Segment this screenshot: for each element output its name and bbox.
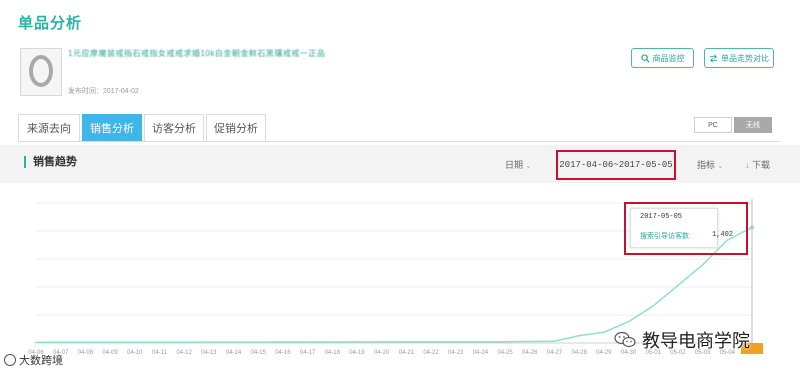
x-tick-label: 04-20 (374, 350, 390, 356)
compare-button-label: 单品走势对比 (721, 53, 769, 63)
data-point[interactable] (109, 341, 111, 344)
x-tick-label: 04-08 (78, 350, 94, 356)
x-tick-label: 04-12 (176, 350, 192, 356)
x-tick-label: 04-11 (152, 350, 168, 356)
x-tick-label: 04-28 (571, 350, 587, 356)
data-point[interactable] (331, 341, 334, 343)
data-point[interactable] (479, 340, 482, 343)
date-dropdown[interactable]: 日期 ⌄ (505, 158, 531, 171)
tab-source[interactable]: 来源去向 (18, 114, 80, 141)
page-title: 单品分析 (18, 15, 83, 32)
x-tick-label: 04-26 (522, 350, 538, 356)
x-tick-label: 04-16 (275, 350, 291, 356)
data-point[interactable] (282, 341, 284, 343)
x-tick-label: 04-21 (399, 350, 415, 356)
device-wireless-toggle[interactable]: 无线 (734, 117, 772, 133)
x-tick-label: 04-23 (448, 350, 464, 356)
device-pc-toggle[interactable]: PC (694, 117, 732, 133)
data-point[interactable] (454, 340, 457, 343)
data-point[interactable] (232, 341, 235, 343)
source-logo-icon (4, 354, 16, 366)
brand-watermark: 教导电商学院 (614, 327, 750, 353)
product-thumbnail[interactable] (20, 48, 62, 96)
x-tick-label: 04-29 (596, 350, 612, 356)
monitor-button[interactable]: 商品监控 (631, 48, 694, 68)
tab-visitors[interactable]: 访客分析 (144, 114, 204, 141)
metric-dropdown-label: 指标 (697, 160, 716, 170)
source-watermark: 大数跨境 (4, 352, 63, 368)
chevron-down-icon: ⌄ (525, 163, 532, 170)
download-icon: ↓ (745, 160, 750, 170)
data-point[interactable] (430, 341, 432, 343)
data-point[interactable] (701, 263, 704, 266)
x-tick-label: 04-18 (325, 350, 341, 356)
x-tick-label: 04-09 (102, 350, 118, 356)
compare-button[interactable]: 单品走势对比 (704, 48, 774, 68)
wechat-icon (614, 331, 636, 349)
data-point[interactable] (652, 305, 655, 307)
data-point[interactable] (677, 284, 679, 287)
x-tick-label: 04-22 (423, 350, 439, 356)
data-point[interactable] (84, 341, 87, 344)
data-point[interactable] (59, 341, 62, 344)
tooltip-highlight-box (624, 202, 748, 255)
date-dropdown-label: 日期 (505, 160, 524, 170)
x-tick-label: 04-27 (547, 350, 563, 356)
x-tick-label: 04-15 (251, 350, 267, 356)
data-point[interactable] (405, 341, 408, 343)
tab-promotion[interactable]: 促销分析 (206, 114, 266, 141)
data-point[interactable] (380, 341, 383, 343)
monitor-button-label: 商品监控 (652, 53, 685, 63)
data-point[interactable] (356, 341, 358, 343)
data-point[interactable] (208, 341, 210, 343)
data-point[interactable] (627, 320, 630, 323)
tabs-divider (18, 141, 780, 142)
section-header (0, 145, 800, 183)
download-label: 下载 (752, 160, 771, 170)
x-tick-label: 04-13 (201, 350, 217, 356)
date-range-display[interactable]: 2017-04-06~2017-05-05 (556, 150, 676, 180)
product-publish-date: 发布时间：2017-04-02 (68, 88, 139, 95)
data-point[interactable] (528, 340, 531, 343)
x-tick-label: 04-10 (127, 350, 143, 356)
metric-dropdown[interactable]: 指标 ⌄ (697, 158, 723, 171)
data-point[interactable] (306, 341, 309, 343)
data-point[interactable] (133, 341, 136, 343)
data-point[interactable] (35, 341, 37, 344)
section-title: 销售趋势 (24, 156, 77, 168)
x-tick-label: 04-24 (473, 350, 489, 356)
data-point[interactable] (183, 341, 185, 343)
data-point[interactable] (257, 341, 260, 343)
product-title-link[interactable]: 1元应摩魔装戒指石戒指女戒戒求婚10k白金朝金鲜石黑镶戒戒一正品 (68, 48, 325, 59)
brand-watermark-text: 教导电商学院 (642, 331, 750, 351)
tab-sales[interactable]: 销售分析 (82, 114, 142, 141)
data-point[interactable] (158, 341, 161, 343)
chevron-down-icon: ⌄ (717, 163, 724, 170)
search-icon (640, 53, 650, 63)
source-watermark-text: 大数跨境 (19, 355, 63, 367)
x-tick-label: 04-25 (497, 350, 513, 356)
data-point[interactable] (603, 331, 605, 334)
x-tick-label: 04-17 (300, 350, 316, 356)
x-tick-label: 04-19 (349, 350, 365, 356)
swap-icon (709, 54, 718, 62)
data-point[interactable] (553, 340, 556, 342)
download-button[interactable]: ↓ 下载 (745, 158, 770, 171)
data-point[interactable] (504, 340, 506, 343)
data-point[interactable] (578, 334, 580, 337)
x-tick-label: 04-14 (226, 350, 242, 356)
